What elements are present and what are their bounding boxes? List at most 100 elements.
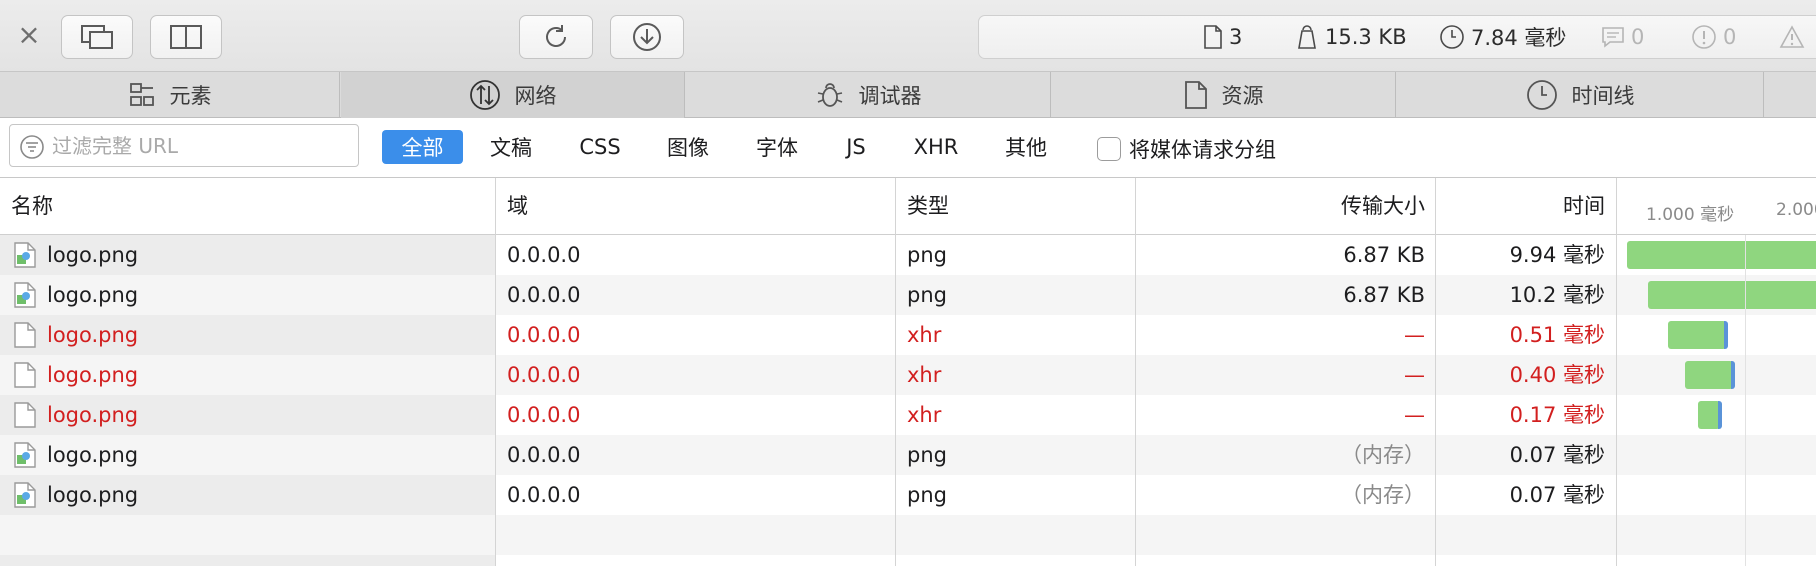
table-row[interactable]: logo.png 0.0.0.0 xhr — 0.51 毫秒 <box>0 315 1816 355</box>
row-name-cell[interactable]: logo.png <box>0 315 495 355</box>
url-filter-field[interactable] <box>9 124 359 167</box>
waterfall-bar-response <box>1724 321 1728 349</box>
column-header-domain[interactable]: 域 <box>496 178 896 235</box>
row-transfer-size: — <box>1404 403 1425 427</box>
row-name: logo.png <box>47 363 139 387</box>
row-name: logo.png <box>47 283 139 307</box>
table-row[interactable]: logo.png 0.0.0.0 png 6.87 KB 9.94 毫秒 <box>0 235 1816 275</box>
row-name-cell[interactable]: logo.png <box>0 435 495 475</box>
resource-count[interactable]: 3 <box>1203 24 1242 50</box>
filter-type-document[interactable]: 文稿 <box>478 130 544 164</box>
table-row[interactable]: logo.png 0.0.0.0 png 6.87 KB 10.2 毫秒 <box>0 275 1816 315</box>
warning-triangle-icon <box>1779 25 1805 48</box>
row-transfer-size: （内存） <box>1341 443 1425 467</box>
row-domain: 0.0.0.0 <box>507 363 581 387</box>
document-icon <box>1204 25 1222 49</box>
empty-row <box>0 515 1816 555</box>
column-divider[interactable] <box>495 178 496 566</box>
warnings-count[interactable]: 0 <box>1691 24 1736 50</box>
toolbar: × 3 15.3 KB 7.84 毫秒 0 0 <box>0 0 1816 72</box>
row-type: xhr <box>907 403 942 427</box>
row-name-cell[interactable]: logo.png <box>0 475 495 515</box>
tab-network[interactable]: 网络 <box>341 72 685 118</box>
row-name: logo.png <box>47 243 139 267</box>
row-name-cell[interactable]: logo.png <box>0 395 495 435</box>
filter-type-other[interactable]: 其他 <box>993 130 1059 164</box>
filter-type-font[interactable]: 字体 <box>744 130 810 164</box>
waterfall-gridline <box>1745 235 1746 566</box>
url-filter-input[interactable] <box>52 131 352 161</box>
column-header-type[interactable]: 类型 <box>896 178 1136 235</box>
column-divider[interactable] <box>895 178 896 566</box>
filter-type-all[interactable]: 全部 <box>382 130 463 164</box>
row-time: 0.17 毫秒 <box>1509 403 1605 427</box>
waterfall-bar[interactable] <box>1627 241 1816 269</box>
table-row[interactable]: logo.png 0.0.0.0 xhr — 0.40 毫秒 <box>0 355 1816 395</box>
image-file-icon <box>13 481 37 509</box>
tab-resources[interactable]: 资源 <box>1052 72 1396 118</box>
blank-file-icon <box>13 361 37 389</box>
group-media-checkbox[interactable] <box>1097 137 1121 161</box>
waterfall-bar[interactable] <box>1685 361 1733 389</box>
timeline-clock-icon <box>1526 80 1557 110</box>
console-messages[interactable]: 0 <box>1601 25 1644 49</box>
row-type: png <box>907 443 947 467</box>
row-domain: 0.0.0.0 <box>507 283 581 307</box>
waterfall-tick-1: 1.000 毫秒 <box>1646 205 1735 225</box>
resources-document-icon <box>1184 81 1207 109</box>
waterfall-bar[interactable] <box>1698 401 1720 429</box>
column-header-transfer-size[interactable]: 传输大小 <box>1136 178 1436 235</box>
row-domain: 0.0.0.0 <box>507 403 581 427</box>
blank-file-icon <box>13 401 37 429</box>
waterfall-bar[interactable] <box>1648 281 1816 309</box>
tab-timelines[interactable]: 时间线 <box>1397 72 1764 118</box>
tab-elements[interactable]: 元素 <box>0 72 340 118</box>
load-time[interactable]: 7.84 毫秒 <box>1439 22 1566 52</box>
waterfall-bar-response <box>1731 361 1735 389</box>
row-domain: 0.0.0.0 <box>507 243 581 267</box>
dock-side-icon <box>170 25 202 49</box>
column-divider[interactable] <box>1616 178 1617 566</box>
table-row[interactable]: logo.png 0.0.0.0 xhr — 0.17 毫秒 <box>0 395 1816 435</box>
row-name-cell[interactable]: logo.png <box>0 355 495 395</box>
transfer-size[interactable]: 15.3 KB <box>1295 24 1407 50</box>
filter-type-image[interactable]: 图像 <box>655 130 721 164</box>
waterfall-tick-2: 2.000 <box>1776 200 1816 220</box>
row-name: logo.png <box>47 443 139 467</box>
download-har-button[interactable] <box>610 15 684 59</box>
errors-count[interactable] <box>1779 25 1805 49</box>
waterfall-bar[interactable] <box>1668 321 1726 349</box>
dock-side-button[interactable] <box>150 15 222 59</box>
column-header-name[interactable]: 名称 <box>0 178 495 235</box>
filter-type-css[interactable]: CSS <box>568 130 632 164</box>
row-time: 0.40 毫秒 <box>1509 363 1605 387</box>
table-row[interactable]: logo.png 0.0.0.0 png （内存） 0.07 毫秒 <box>0 475 1816 515</box>
row-transfer-size: — <box>1404 363 1425 387</box>
reload-button[interactable] <box>519 15 593 59</box>
image-file-icon <box>13 281 37 309</box>
debugger-bug-icon <box>817 83 842 107</box>
weight-icon <box>1298 25 1316 49</box>
column-header-time[interactable]: 时间 <box>1436 178 1616 235</box>
row-type: png <box>907 283 947 307</box>
column-divider[interactable] <box>1135 178 1136 566</box>
row-transfer-size: — <box>1404 323 1425 347</box>
network-table: 名称 域 类型 传输大小 时间 1.000 毫秒 2.000 logo.png 0… <box>0 178 1816 566</box>
row-domain: 0.0.0.0 <box>507 443 581 467</box>
column-divider[interactable] <box>1435 178 1436 566</box>
tab-debugger[interactable]: 调试器 <box>686 72 1051 118</box>
undock-window-button[interactable] <box>61 15 133 59</box>
table-row[interactable]: logo.png 0.0.0.0 png （内存） 0.07 毫秒 <box>0 435 1816 475</box>
row-name: logo.png <box>47 403 139 427</box>
panel-tabbar: 元素 网络 调试器 资源 时间线 <box>0 72 1816 118</box>
filter-bar: 全部 文稿 CSS 图像 字体 JS XHR 其他 将媒体请求分组 <box>0 118 1816 178</box>
row-name-cell[interactable]: logo.png <box>0 275 495 315</box>
table-header: 名称 域 类型 传输大小 时间 1.000 毫秒 2.000 <box>0 178 1816 235</box>
group-media-toggle[interactable]: 将媒体请求分组 <box>1097 134 1276 164</box>
elements-icon <box>129 83 154 106</box>
close-icon[interactable]: × <box>14 20 44 50</box>
filter-icon <box>20 135 44 159</box>
filter-type-js[interactable]: JS <box>832 130 880 164</box>
filter-type-xhr[interactable]: XHR <box>902 130 970 164</box>
row-name-cell[interactable]: logo.png <box>0 235 495 275</box>
